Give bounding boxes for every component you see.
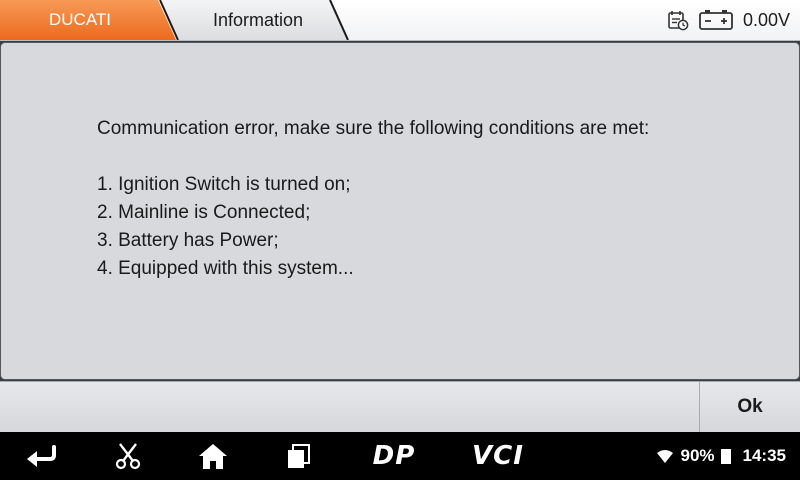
breadcrumb-brand-tab[interactable]: DUCATI bbox=[0, 0, 160, 40]
error-heading: Communication error, make sure the follo… bbox=[97, 118, 650, 139]
wifi-icon bbox=[657, 450, 674, 463]
breadcrumb-information-tab: Information bbox=[212, 10, 304, 30]
device-battery-icon bbox=[720, 449, 731, 464]
condition-item: 3. Battery has Power; bbox=[97, 230, 279, 251]
battery-icon bbox=[699, 9, 733, 31]
dialog-button-bar: Ok bbox=[0, 381, 800, 432]
voltage-readout: 0.00V bbox=[742, 9, 790, 30]
condition-item: 2. Mainline is Connected; bbox=[97, 202, 311, 223]
screenshot-button[interactable] bbox=[98, 432, 158, 480]
dp-button[interactable]: DP bbox=[362, 432, 426, 480]
header-status: 0.00V bbox=[667, 0, 790, 40]
error-message: Communication error, make sure the follo… bbox=[97, 115, 757, 283]
scissors-icon bbox=[115, 443, 141, 470]
system-status: 90% 14:35 bbox=[656, 432, 786, 480]
back-button[interactable] bbox=[12, 432, 72, 480]
recent-apps-icon bbox=[288, 444, 310, 468]
clock: 14:35 bbox=[742, 446, 786, 465]
title-bar: DUCATI Information 0.00V bbox=[0, 0, 800, 41]
recent-apps-button[interactable] bbox=[268, 432, 328, 480]
home-icon bbox=[199, 444, 227, 469]
home-button[interactable] bbox=[183, 432, 243, 480]
battery-percent: 90% bbox=[680, 446, 715, 465]
condition-item: 4. Equipped with this system... bbox=[97, 258, 354, 279]
vci-button[interactable]: VCI bbox=[466, 432, 530, 480]
system-navigation-bar: DP VCI 90% 14:35 bbox=[0, 432, 800, 480]
calendar-clock-icon bbox=[667, 9, 689, 31]
ok-button[interactable]: Ok bbox=[699, 382, 800, 432]
back-icon bbox=[27, 445, 56, 467]
information-dialog: Communication error, make sure the follo… bbox=[0, 42, 800, 380]
condition-item: 1. Ignition Switch is turned on; bbox=[97, 174, 351, 195]
